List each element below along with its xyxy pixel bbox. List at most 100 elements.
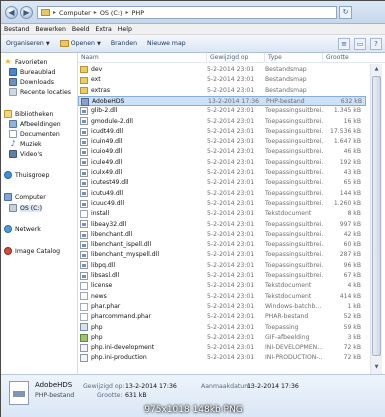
file-row[interactable]: php.ini-production 5-2-2014 23:01 INI-PROD…: [78, 353, 366, 363]
dll-icon: [80, 220, 88, 229]
nav-desktop[interactable]: Bureaublad: [9, 67, 55, 77]
file-row[interactable]: icuuc49.dll 5-2-2014 23:01 Toepassingsuitb…: [78, 199, 366, 209]
file-row[interactable]: icutest49.dll 5-2-2014 23:01 Toepassingsui…: [78, 178, 366, 188]
burn-label: Branden: [110, 39, 137, 47]
back-button[interactable]: ◀: [5, 6, 18, 19]
chevron-down-icon: ▼: [96, 40, 101, 47]
scroll-up-icon[interactable]: ▲: [372, 65, 381, 74]
column-header-size[interactable]: Grootte: [322, 53, 368, 63]
file-row[interactable]: libenchant_ispell.dll 5-2-2014 23:01 Toepa…: [78, 240, 366, 250]
scrollbar-thumb[interactable]: [372, 76, 381, 356]
file-row[interactable]: php.ini-development 5-2-2014 23:01 INI-DEV…: [78, 343, 366, 353]
nav-network[interactable]: Netwerk: [4, 224, 41, 234]
file-row[interactable]: glib-2.dll 5-2-2014 23:01 Toepassingsuitbr…: [78, 106, 366, 116]
file-name: libenchant_ispell.dll: [91, 241, 152, 249]
nav-recent[interactable]: Recente locaties: [9, 87, 71, 97]
file-row[interactable]: icuin49.dll 5-2-2014 23:01 Toepassingsuitb…: [78, 137, 366, 147]
menu-bewerken[interactable]: Bewerken: [32, 24, 69, 34]
burn-button[interactable]: Branden: [108, 35, 140, 53]
nav-label: Image Catalog: [15, 247, 61, 255]
file-row[interactable]: icudt49.dll 5-2-2014 23:01 Toepassingsuitb…: [78, 127, 366, 137]
file-name: AdobeHDS: [92, 97, 125, 105]
file-type-cell: Windows-batchb...: [265, 302, 322, 310]
breadcrumb-php[interactable]: PHP: [132, 9, 145, 17]
breadcrumb-drive[interactable]: OS (C:): [100, 9, 123, 17]
file-row[interactable]: libpq.dll 5-2-2014 23:01 Toepassingsuitbre…: [78, 261, 366, 271]
file-type-cell: Toepassingsuitbrei...: [265, 189, 323, 197]
refresh-button[interactable]: ↻: [339, 6, 352, 19]
nav-pictures[interactable]: Afbeeldingen: [9, 119, 61, 129]
file-name: php.ini-development: [91, 344, 155, 352]
file-row[interactable]: news 5-2-2014 23:01 Tekstdocument 414 kB: [78, 292, 366, 302]
file-name-cell: libsasl.dll: [80, 271, 198, 281]
details-file-name: AdobeHDS: [35, 381, 73, 389]
open-button[interactable]: Openen ▼: [57, 35, 104, 53]
file-row[interactable]: license 5-2-2014 23:01 Tekstdocument 4 kB: [78, 281, 366, 291]
nav-label: Documenten: [20, 130, 60, 138]
file-row[interactable]: php 5-2-2014 23:01 GIF-afbeelding 3 kB: [78, 333, 366, 343]
menu-bestand[interactable]: Bestand: [1, 24, 32, 34]
file-row[interactable]: gmodule-2.dll 5-2-2014 23:01 Toepassingsui…: [78, 117, 366, 127]
organize-button[interactable]: Organiseren ▼: [3, 35, 53, 53]
file-size-cell: 42 kB: [343, 230, 361, 238]
breadcrumb-computer[interactable]: Computer: [59, 9, 91, 17]
file-row[interactable]: libenchant.dll 5-2-2014 23:01 Toepassingsu…: [78, 230, 366, 240]
file-name-cell: libenchant_myspell.dll: [80, 250, 198, 260]
file-date-cell: 5-2-2014 23:01: [207, 66, 255, 73]
file-size-cell: 72 kB: [343, 354, 361, 362]
file-row[interactable]: libsasl.dll 5-2-2014 23:01 Toepassingsuitb…: [78, 271, 366, 281]
file-row[interactable]: libeay32.dll 5-2-2014 23:01 Toepassingsuit…: [78, 220, 366, 230]
file-row[interactable]: icule49.dll 5-2-2014 23:01 Toepassingsuitb…: [78, 158, 366, 168]
file-name-cell: icuin49.dll: [80, 137, 198, 147]
file-name-cell: libenchant_ispell.dll: [80, 240, 198, 250]
file-date-cell: 5-2-2014 23:01: [207, 302, 255, 310]
menu-beeld[interactable]: Beeld: [69, 24, 93, 34]
file-name-cell: icudt49.dll: [80, 127, 198, 137]
menu-help[interactable]: Help: [115, 24, 135, 34]
file-list: Naam Gewijzigd op Type Grootte dev 5-2-20…: [78, 53, 385, 374]
file-size-cell: 16 kB: [343, 117, 361, 125]
file-row[interactable]: dev 5-2-2014 23:01 Bestandsmap: [78, 65, 366, 75]
nav-homegroup[interactable]: Thuisgroep: [4, 170, 49, 180]
details-created-label: Aanmaakdatum:: [201, 383, 253, 390]
help-button[interactable]: ?: [370, 38, 382, 50]
file-row[interactable]: php 5-2-2014 23:01 Toepassing 59 kB: [78, 323, 366, 333]
file-size-cell: 1.260 kB: [333, 199, 361, 207]
file-row[interactable]: ext 5-2-2014 23:01 Bestandsmap: [78, 75, 366, 85]
file-row[interactable]: libenchant_myspell.dll 5-2-2014 23:01 Toep…: [78, 250, 366, 260]
open-folder-icon: [59, 40, 69, 47]
nav-favorites[interactable]: ★ Favorieten: [4, 57, 47, 67]
file-name-cell: phar.phar: [80, 302, 198, 312]
dll-icon: [80, 240, 88, 249]
column-header-name[interactable]: Naam: [78, 53, 206, 63]
file-row[interactable]: iculx49.dll 5-2-2014 23:01 Toepassingsuitb…: [78, 168, 366, 178]
new-folder-button[interactable]: Nieuwe map: [144, 35, 189, 53]
file-row[interactable]: phar.phar 5-2-2014 23:01 Windows-batchb...…: [78, 302, 366, 312]
nav-documents[interactable]: Documenten: [9, 129, 60, 139]
scroll-down-icon[interactable]: ▼: [372, 363, 381, 372]
preview-pane-button[interactable]: ▭: [354, 38, 366, 50]
file-name: install: [91, 210, 110, 218]
forward-button[interactable]: ▶: [20, 6, 33, 19]
file-row[interactable]: AdobeHDS 13-2-2014 17:36 PHP-bestand 632 kB: [78, 95, 366, 106]
nav-videos[interactable]: Video's: [9, 149, 42, 159]
address-box[interactable]: ▸ Computer ▸ OS (C:) ▸ PHP: [37, 6, 337, 19]
column-header-type[interactable]: Type: [264, 53, 322, 63]
nav-music[interactable]: ♪ Muziek: [9, 139, 41, 149]
nav-image-catalog[interactable]: Image Catalog: [4, 246, 60, 256]
nav-drive-c[interactable]: OS (C:): [9, 203, 42, 213]
vertical-scrollbar[interactable]: ▲ ▼: [370, 64, 382, 374]
file-row[interactable]: icutu49.dll 5-2-2014 23:01 Toepassingsuitb…: [78, 189, 366, 199]
file-row[interactable]: install 5-2-2014 23:01 Tekstdocument 8 kB: [78, 209, 366, 219]
menu-extra[interactable]: Extra: [92, 24, 114, 34]
nav-libraries[interactable]: Bibliotheken: [4, 109, 53, 119]
view-options-button[interactable]: ≡: [338, 38, 350, 50]
file-row[interactable]: icuio49.dll 5-2-2014 23:01 Toepassingsuitb…: [78, 147, 366, 157]
column-header-date[interactable]: Gewijzigd op: [206, 53, 264, 63]
file-size-cell: 632 kB: [340, 97, 362, 105]
nav-downloads[interactable]: Downloads: [9, 77, 54, 87]
file-row[interactable]: extras 5-2-2014 23:01 Bestandsmap: [78, 86, 366, 96]
file-row[interactable]: pharcommand.phar 5-2-2014 23:01 PHAR-besta…: [78, 312, 366, 322]
file-name-cell: icuuc49.dll: [80, 199, 198, 209]
nav-computer[interactable]: Computer: [4, 192, 46, 202]
